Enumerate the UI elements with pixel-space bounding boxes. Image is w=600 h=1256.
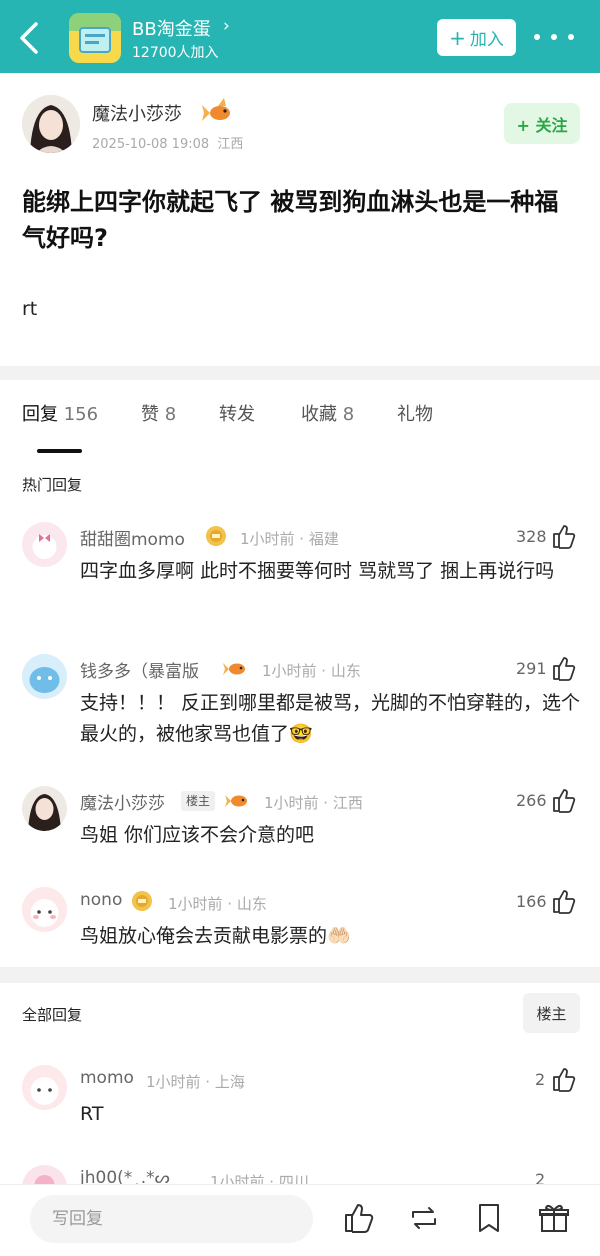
hot-replies-label: 热门回复 — [22, 476, 83, 494]
like-icon[interactable] — [342, 1201, 376, 1235]
reply-like-count: 166 — [516, 892, 547, 911]
group-member-count: 12700人加入 — [132, 45, 219, 61]
post-date: 2025-10-08 19:08 — [92, 137, 210, 152]
reply-meta: 1小时前 · 山东 — [168, 895, 267, 913]
reply-text: 支持！！！ 反正到哪里都是被骂，光脚的不怕穿鞋的，选个最火的，被他家骂也值了🤓 — [80, 692, 581, 745]
owner-only-filter-button[interactable]: 楼主 — [523, 993, 580, 1033]
reply-like-count: 291 — [516, 659, 547, 678]
post-title: 能绑上四字你就起飞了 被骂到狗血淋头也是一种福气好吗? — [22, 188, 559, 252]
reply-username[interactable]: 魔法小莎莎 — [80, 789, 165, 814]
reply-text: 鸟姐 你们应该不会介意的吧 — [80, 824, 315, 846]
reply-meta: 1小时前 · 上海 — [146, 1073, 245, 1091]
user-avatar[interactable] — [22, 1065, 67, 1110]
follow-button[interactable]: + 关注 — [504, 103, 580, 144]
coin-badge-icon — [132, 891, 152, 911]
reply-like-count: 2 — [535, 1070, 546, 1089]
bottom-action-bar: 写回复 — [0, 1184, 600, 1256]
chevron-right-icon[interactable]: › — [223, 16, 230, 36]
reply-input[interactable]: 写回复 — [30, 1195, 313, 1243]
author-name[interactable]: 魔法小莎莎 — [92, 100, 182, 126]
gift-icon[interactable] — [537, 1201, 571, 1235]
section-divider — [0, 366, 600, 380]
reply-username[interactable]: 钱多多（暴富版 — [80, 657, 199, 682]
goldfish-badge-icon — [225, 795, 247, 807]
user-avatar[interactable] — [22, 887, 67, 932]
reply-username[interactable]: momo — [80, 1068, 134, 1088]
repost-icon[interactable] — [407, 1201, 441, 1235]
tab-favorites[interactable]: 收藏 8 — [301, 400, 354, 426]
thumbs-up-icon[interactable] — [550, 654, 578, 682]
thumbs-up-icon[interactable] — [550, 522, 578, 550]
more-options-icon[interactable] — [534, 26, 574, 48]
group-avatar[interactable] — [69, 13, 121, 63]
coin-badge-icon — [206, 526, 226, 546]
post-body: rt — [22, 298, 38, 320]
reply-username[interactable]: nono — [80, 890, 122, 910]
active-tab-indicator — [37, 449, 82, 453]
all-replies-label: 全部回复 — [22, 1006, 83, 1024]
thumbs-up-icon[interactable] — [550, 887, 578, 915]
tab-replies[interactable]: 回复 156 — [22, 400, 98, 426]
plus-icon: + — [449, 25, 466, 50]
reply-text: 鸟姐放心俺会去贡献电影票的🤲🏻 — [80, 925, 351, 947]
reply-text: RT — [80, 1103, 104, 1125]
reply-meta: 1小时前 · 江西 — [264, 794, 363, 812]
post-page: { "header": { "group_name": "BB淘金蛋", "gr… — [0, 0, 600, 1256]
section-divider — [0, 967, 600, 983]
join-label: 加入 — [469, 30, 504, 50]
top-bar: BB淘金蛋 › 12700人加入 + 加入 — [0, 0, 600, 73]
thumbs-up-icon[interactable] — [550, 786, 578, 814]
reply-username[interactable]: 甜甜圈momo — [80, 525, 185, 550]
post-location: 江西 — [217, 137, 244, 152]
goldfish-badge-icon — [202, 98, 230, 121]
reply-like-count: 328 — [516, 527, 547, 546]
post-tabs: 回复 156 赞 8 转发 收藏 8 礼物 — [0, 400, 600, 444]
user-avatar[interactable] — [22, 522, 67, 567]
post-meta: 2025-10-08 19:08 江西 — [92, 133, 243, 152]
back-arrow-icon[interactable] — [14, 18, 48, 58]
op-tag: 楼主 — [181, 791, 216, 811]
tab-reposts[interactable]: 转发 — [219, 400, 255, 426]
group-name[interactable]: BB淘金蛋 — [132, 15, 211, 41]
thumbs-up-icon[interactable] — [550, 1065, 578, 1093]
user-avatar[interactable] — [22, 786, 67, 831]
reply-like-count: 266 — [516, 791, 547, 810]
author-avatar[interactable] — [22, 95, 80, 153]
reply-meta: 1小时前 · 山东 — [262, 662, 361, 680]
tab-gifts[interactable]: 礼物 — [397, 400, 433, 426]
goldfish-badge-icon — [223, 663, 245, 675]
reply-text: 四字血多厚啊 此时不捆要等何时 骂就骂了 捆上再说行吗 — [80, 560, 555, 582]
bookmark-icon[interactable] — [472, 1201, 506, 1235]
join-group-button[interactable]: + 加入 — [437, 19, 516, 56]
user-avatar[interactable] — [22, 654, 67, 699]
reply-meta: 1小时前 · 福建 — [240, 530, 339, 548]
tab-likes[interactable]: 赞 8 — [141, 400, 176, 426]
